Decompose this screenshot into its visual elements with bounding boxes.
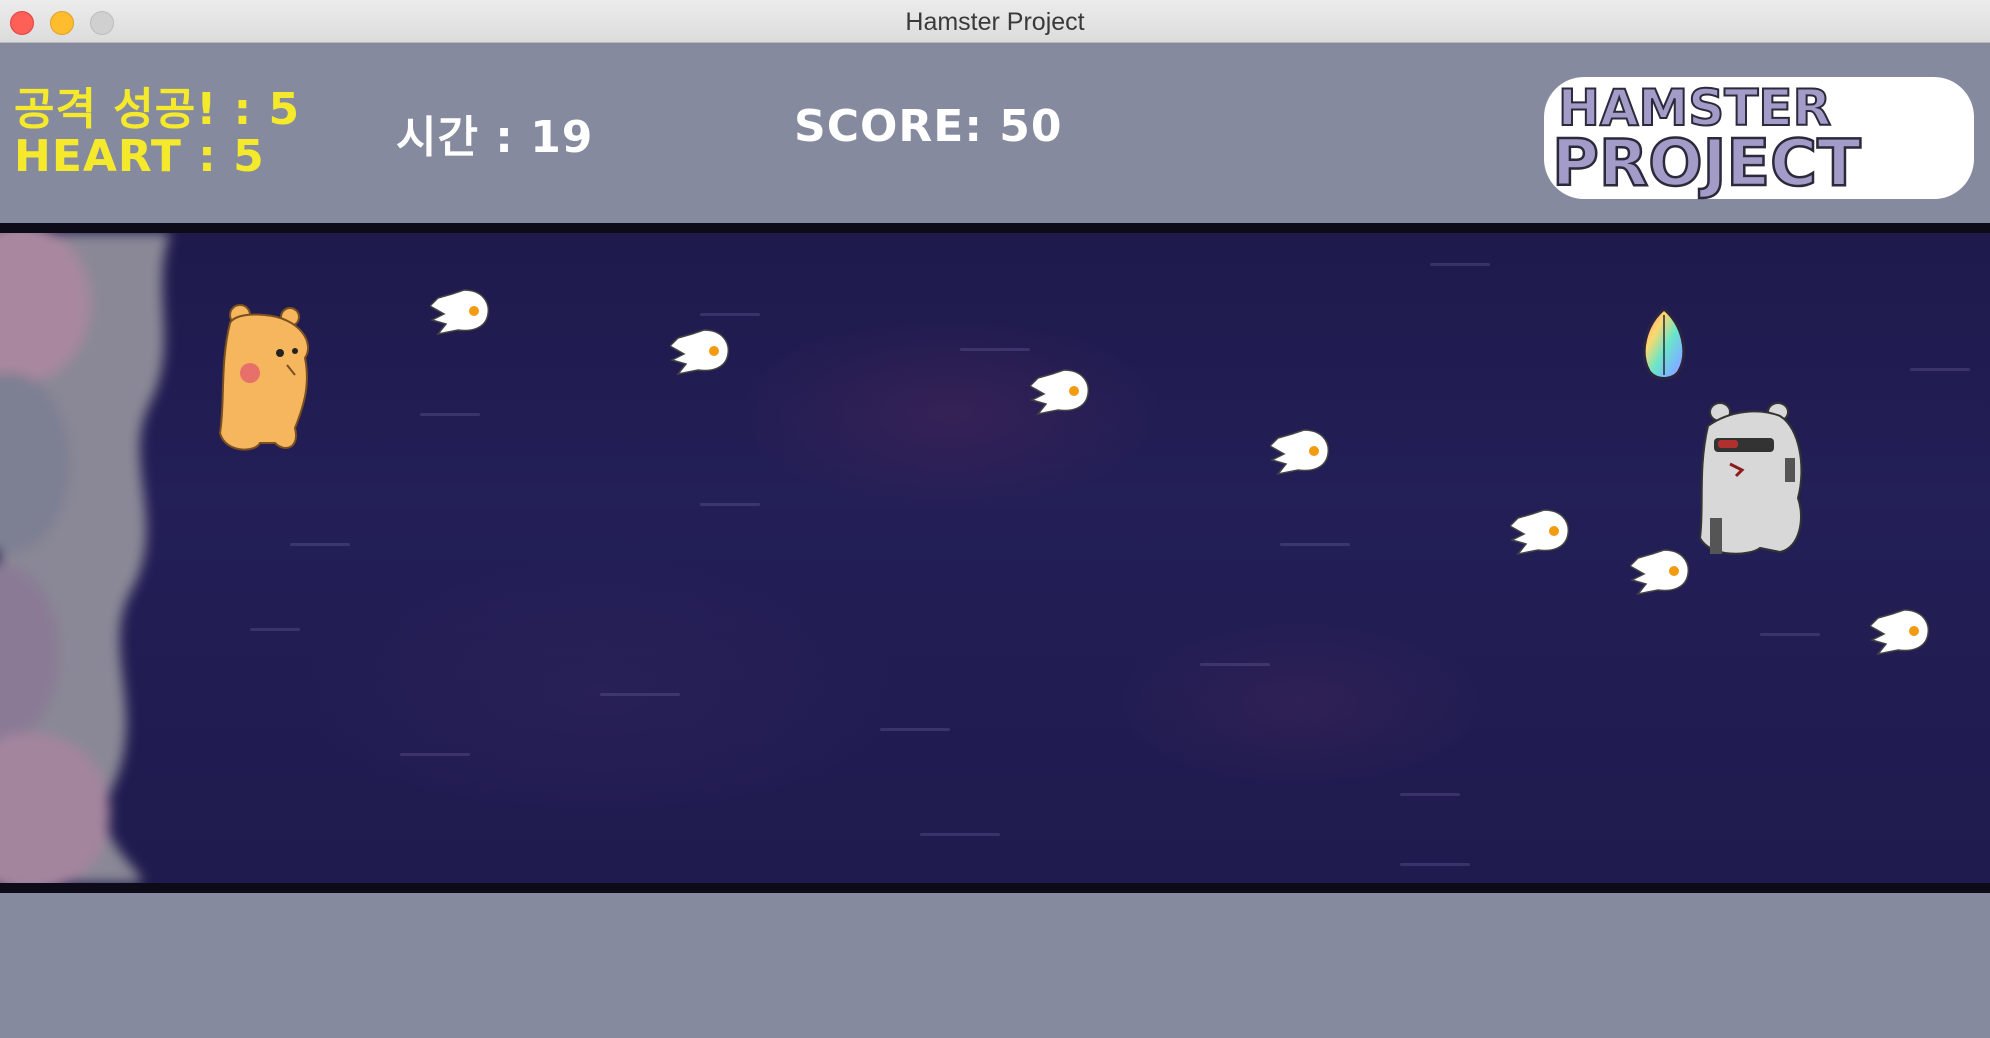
- ghost-bullet: [430, 289, 490, 336]
- ghost-bullet: [1030, 369, 1090, 416]
- star-streak: [1400, 793, 1460, 796]
- time-counter: 시간 : 19: [396, 112, 594, 163]
- star-streak: [400, 753, 470, 756]
- star-streak: [250, 628, 300, 631]
- ghost-bullet: [670, 329, 730, 376]
- ghost-bullet: [1270, 429, 1330, 476]
- star-streak: [1910, 368, 1970, 371]
- ghost-bullet: [1630, 549, 1690, 596]
- window-title: Hamster Project: [905, 8, 1085, 36]
- hamster-project-logo: HAMSTER PROJECT: [1544, 77, 1974, 202]
- star-streak: [420, 413, 480, 416]
- star-streak: [700, 503, 760, 506]
- star-streak: [960, 348, 1030, 351]
- player-hamster: [218, 304, 310, 451]
- star-streak: [880, 728, 950, 731]
- star-streak: [700, 313, 760, 316]
- star-streak: [1760, 633, 1820, 636]
- rainbow-seed-item: [1642, 307, 1686, 380]
- hud-bar: 공격 성공! : 5 HEART : 5 시간 : 19 SCORE: 50 H…: [0, 43, 1990, 223]
- star-streak: [1200, 663, 1270, 666]
- ghost-bullet: [1870, 609, 1930, 656]
- game-field[interactable]: [0, 223, 1990, 893]
- score-counter: SCORE: 50: [794, 101, 1063, 152]
- cloud-wall: [0, 233, 170, 883]
- star-streak: [920, 833, 1000, 836]
- star-streak: [600, 693, 680, 696]
- logo-line2: PROJECT: [1552, 127, 1861, 201]
- heart-counter: HEART : 5: [14, 131, 265, 182]
- attack-success-counter: 공격 성공! : 5: [14, 84, 301, 135]
- star-streak: [1430, 263, 1490, 266]
- ghost-bullet: [1510, 509, 1570, 556]
- star-streak: [290, 543, 350, 546]
- bottom-panel: [0, 893, 1990, 1038]
- window-titlebar: Hamster Project: [0, 0, 1990, 43]
- enemy-grey-hamster: [1698, 402, 1803, 555]
- star-streak: [1400, 863, 1470, 866]
- star-streak: [1280, 543, 1350, 546]
- space-background: [0, 233, 1990, 883]
